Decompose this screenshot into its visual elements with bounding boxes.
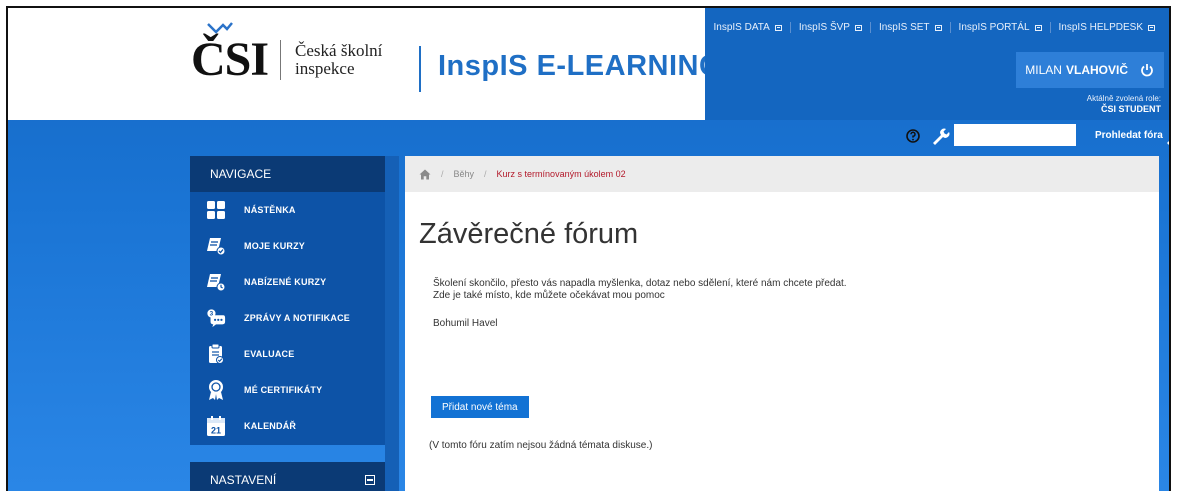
settings-title: NASTAVENÍ: [210, 473, 277, 487]
sidebar-item-label: EVALUACE: [244, 349, 295, 359]
toplink-label: InspIS HELPDESK: [1058, 22, 1143, 33]
power-icon[interactable]: [1140, 63, 1154, 77]
empty-forum-note: (V tomto fóru zatím nejsou žádná témata …: [429, 440, 653, 451]
app-brand[interactable]: InspIS E-LEARNING: [438, 50, 722, 83]
sidebar-item-my-courses[interactable]: MOJE KURZY: [190, 228, 385, 264]
toplink-portal[interactable]: InspIS PORTÁL: [949, 22, 1050, 33]
breadcrumb-separator: /: [441, 169, 444, 179]
forum-intro-line: Školení skončilo, přesto vás napadla myš…: [433, 278, 847, 289]
messages-icon: 3: [206, 307, 226, 329]
forum-intro-line: Zde je také místo, kde můžete očekávat m…: [433, 290, 665, 301]
logo-divider: [280, 40, 282, 80]
csi-logo-text: Česká školní inspekce: [295, 42, 382, 78]
external-link-icon: [1034, 24, 1042, 31]
offered-courses-icon: [206, 271, 226, 293]
external-links: InspIS DATA InspIS ŠVP InspIS SET InspIS…: [706, 22, 1164, 33]
sidebar-item-label: NABÍZENÉ KURZY: [244, 277, 327, 287]
breadcrumb-item-runs[interactable]: Běhy: [454, 169, 475, 179]
role-value[interactable]: ČSI STUDENT: [1101, 104, 1161, 114]
sidebar-navigation: NAVIGACE NÁSTĚNKA MOJE KURZY NABÍZENÉ KU…: [190, 156, 385, 445]
role-label: Aktálně zvolená role:: [1086, 94, 1161, 103]
toplink-helpdesk[interactable]: InspIS HELPDESK: [1049, 22, 1163, 33]
calendar-day: 21: [211, 426, 221, 436]
sidebar-item-dashboard[interactable]: NÁSTĚNKA: [190, 192, 385, 228]
page-title: Závěrečné fórum: [419, 218, 639, 250]
certificate-icon: [206, 379, 226, 401]
breadcrumb-item-course[interactable]: Kurz s termínovaným úkolem 02: [497, 169, 626, 179]
csi-logo-letters: ČSI: [191, 33, 269, 86]
external-link-icon: [934, 24, 942, 31]
calendar-icon: 21: [206, 415, 226, 437]
sidebar-item-messages[interactable]: 3 ZPRÁVY A NOTIFIKACE: [190, 300, 385, 336]
evaluation-icon: [206, 343, 226, 365]
search-forums-button[interactable]: Prohledat fóra: [1095, 130, 1163, 141]
sidebar-edge: [385, 156, 399, 491]
nav-heading: NAVIGACE: [190, 156, 385, 192]
toplink-label: InspIS PORTÁL: [958, 22, 1030, 33]
toplink-label: InspIS ŠVP: [798, 22, 850, 33]
toplink-label: InspIS DATA: [713, 22, 770, 33]
brand-divider: [419, 46, 421, 92]
collapse-icon[interactable]: [365, 475, 375, 485]
sidebar-item-label: MOJE KURZY: [244, 241, 306, 251]
user-menu[interactable]: MILAN VLAHOVIČ: [1016, 52, 1164, 88]
help-icon[interactable]: [906, 129, 920, 143]
app-frame: ČSI Česká školní inspekce InspIS E-LEARN…: [6, 6, 1171, 491]
add-topic-button[interactable]: Přidat nové téma: [431, 396, 529, 418]
my-courses-icon: [206, 235, 226, 257]
sidebar-item-certificates[interactable]: MÉ CERTIFIKÁTY: [190, 372, 385, 408]
header-right-panel: InspIS DATA InspIS ŠVP InspIS SET InspIS…: [705, 8, 1169, 120]
settings-panel-header[interactable]: NASTAVENÍ: [190, 462, 385, 491]
forum-intro: Školení skončilo, přesto vás napadla myš…: [433, 278, 847, 302]
forum-search-input[interactable]: [954, 124, 1076, 146]
toplink-data[interactable]: InspIS DATA: [706, 22, 790, 33]
csi-logo[interactable]: ČSI Česká školní inspekce: [191, 22, 382, 86]
csi-logo-line2: inspekce: [295, 59, 355, 78]
sidebar-item-label: NÁSTĚNKA: [244, 205, 296, 215]
breadcrumb-separator: /: [484, 169, 487, 179]
user-first-name: MILAN: [1025, 63, 1062, 77]
toplink-svp[interactable]: InspIS ŠVP: [789, 22, 870, 33]
home-icon[interactable]: [419, 169, 431, 180]
breadcrumb: / Běhy / Kurz s termínovaným úkolem 02: [405, 156, 1159, 192]
sidebar-item-label: ZPRÁVY A NOTIFIKACE: [244, 313, 350, 323]
csi-logo-line1: Česká školní: [295, 41, 383, 60]
external-link-icon: [854, 24, 862, 31]
forum-author: Bohumil Havel: [433, 318, 498, 329]
sidebar-item-label: MÉ CERTIFIKÁTY: [244, 385, 323, 395]
user-last-name: VLAHOVIČ: [1065, 63, 1128, 77]
dashboard-icon: [206, 199, 226, 221]
csi-logo-check-icon: [207, 22, 233, 34]
toplink-set[interactable]: InspIS SET: [869, 22, 950, 33]
sidebar-item-label: KALENDÁŘ: [244, 421, 297, 431]
main-content: / Běhy / Kurz s termínovaným úkolem 02 Z…: [405, 156, 1159, 491]
sidebar-item-calendar[interactable]: 21 KALENDÁŘ: [190, 408, 385, 444]
toplink-label: InspIS SET: [878, 22, 930, 33]
external-link-icon: [1148, 24, 1155, 31]
sidebar-item-offered-courses[interactable]: NABÍZENÉ KURZY: [190, 264, 385, 300]
csi-logo-mark: ČSI: [191, 22, 269, 86]
sidebar-item-evaluation[interactable]: EVALUACE: [190, 336, 385, 372]
external-link-icon: [774, 24, 782, 31]
wrench-icon[interactable]: [1164, 126, 1171, 146]
wrench-icon[interactable]: [930, 126, 950, 146]
